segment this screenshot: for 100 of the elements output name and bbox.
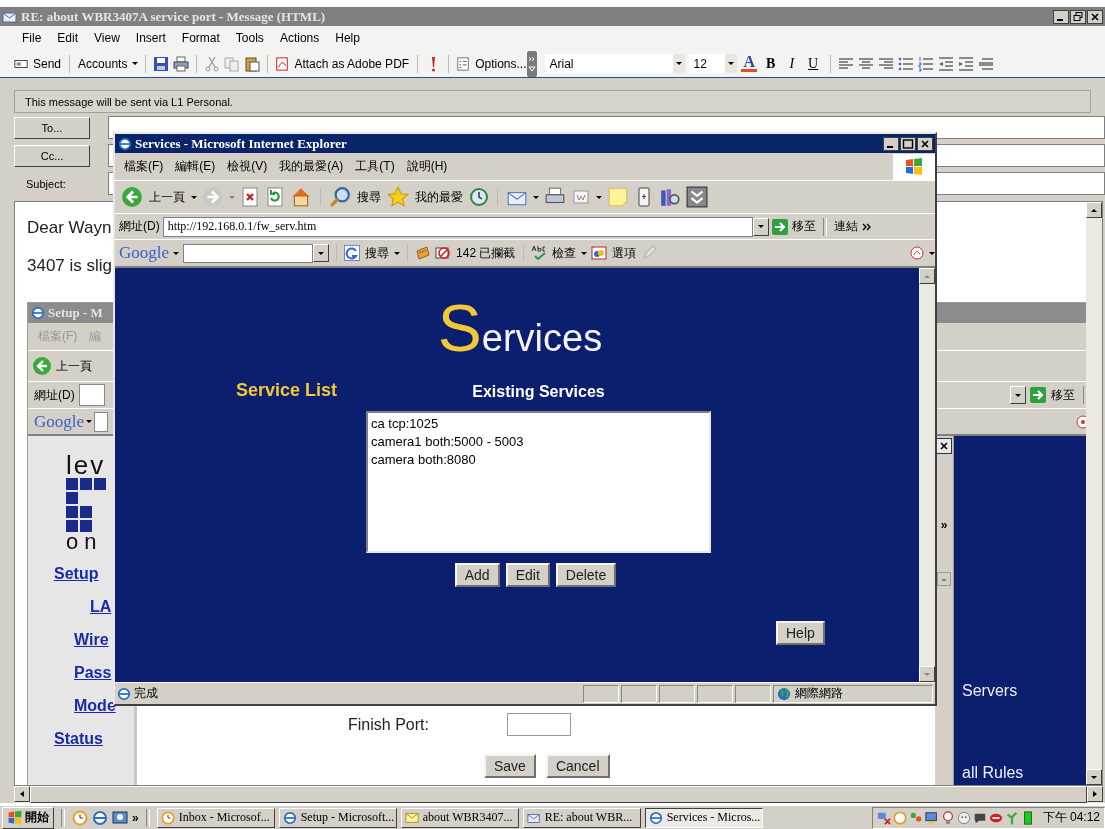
- pdf-icon[interactable]: [909, 245, 925, 261]
- double-chevron-icon[interactable]: [686, 186, 708, 208]
- menu-item[interactable]: 編輯(E): [169, 156, 222, 177]
- form-button[interactable]: Delete: [555, 563, 617, 587]
- taskbar-button[interactable]: Services - Micros...: [644, 807, 763, 828]
- clock[interactable]: 下午 04:12: [1042, 809, 1100, 826]
- target-icon[interactable]: [1076, 414, 1086, 429]
- start-button[interactable]: 開始: [2, 806, 54, 829]
- caret-icon[interactable]: [191, 195, 197, 199]
- taskbar-button[interactable]: about WBR3407...: [400, 807, 519, 828]
- taskbar-button[interactable]: Inbox - Microsof...: [156, 807, 275, 828]
- menu-item[interactable]: File: [16, 29, 48, 47]
- nav-link[interactable]: Mode: [74, 694, 116, 717]
- font-color-button[interactable]: A: [741, 55, 758, 72]
- underline-button[interactable]: U: [803, 55, 824, 72]
- list-item[interactable]: ca tcp:1025: [371, 415, 439, 433]
- options-button[interactable]: Options...: [474, 55, 528, 72]
- taskbar-button[interactable]: Setup - Microsoft...: [278, 807, 397, 828]
- spell-check-button[interactable]: 檢查: [551, 243, 578, 263]
- save-icon[interactable]: [153, 55, 170, 72]
- search-field[interactable]: [183, 243, 314, 263]
- toolbar-overflow-icon[interactable]: [527, 50, 538, 77]
- align-center-icon[interactable]: [858, 55, 875, 72]
- back-button[interactable]: 上一頁: [148, 187, 186, 207]
- chevron-button[interactable]: »: [940, 518, 948, 532]
- dropdown-button[interactable]: [725, 54, 738, 73]
- form-button[interactable]: Save: [484, 754, 536, 778]
- options-icon[interactable]: [591, 245, 608, 261]
- nav-link[interactable]: Setup: [54, 562, 99, 585]
- back-button[interactable]: 上一頁: [55, 356, 93, 376]
- print-icon[interactable]: [173, 55, 190, 72]
- help-button[interactable]: Help: [776, 621, 825, 645]
- list-item[interactable]: camera both:8080: [371, 451, 476, 469]
- clipboard-icon[interactable]: [244, 55, 261, 72]
- menu-item[interactable]: Edit: [51, 29, 85, 47]
- options-icon[interactable]: [456, 56, 471, 71]
- browser-icon[interactable]: [92, 809, 108, 826]
- bulb-icon[interactable]: [940, 810, 955, 825]
- search-icon[interactable]: [329, 186, 351, 208]
- go-button[interactable]: 移至: [1050, 385, 1076, 405]
- caret-icon[interactable]: [533, 195, 539, 199]
- form-button[interactable]: Add: [454, 563, 500, 587]
- scrollbar[interactable]: [14, 786, 1103, 803]
- font-dropdown[interactable]: Arial: [545, 54, 674, 73]
- scroll-up-button[interactable]: [937, 572, 951, 586]
- form-button[interactable]: Cancel: [545, 754, 610, 778]
- font-size-dropdown[interactable]: 12: [689, 54, 726, 73]
- search-button[interactable]: 搜尋: [356, 187, 382, 207]
- decrease-indent-icon[interactable]: [938, 55, 955, 72]
- menu-item[interactable]: 我的最愛(A): [273, 156, 350, 177]
- align-left-icon[interactable]: [838, 55, 855, 72]
- refresh-icon[interactable]: [265, 187, 285, 207]
- star-icon[interactable]: [387, 186, 409, 208]
- scrollbar[interactable]: [919, 268, 935, 682]
- menu-item[interactable]: 說明(H): [400, 156, 454, 177]
- services-list[interactable]: ca tcp:1025 camera1 both:5000 - 5003 camera both:8080: [366, 411, 711, 553]
- pdf-icon[interactable]: [275, 56, 290, 71]
- dropdown-button[interactable]: [1010, 386, 1026, 404]
- spell-check-icon[interactable]: [531, 245, 548, 261]
- menu-item[interactable]: Format: [175, 29, 226, 47]
- menu-link[interactable]: all Rules: [962, 764, 1086, 782]
- align-right-icon[interactable]: [878, 55, 895, 72]
- menu-item[interactable]: Actions: [273, 29, 326, 47]
- history-icon[interactable]: [469, 187, 489, 207]
- caret-icon[interactable]: [173, 251, 180, 255]
- bullet-list-icon[interactable]: [898, 55, 915, 72]
- address-field[interactable]: [78, 384, 105, 406]
- scrollbar[interactable]: [1086, 202, 1102, 785]
- desktop-icon[interactable]: [112, 809, 128, 826]
- menu-item[interactable]: Tools: [229, 29, 270, 47]
- letter-g-icon[interactable]: [344, 245, 361, 261]
- menu-item[interactable]: Help: [329, 29, 366, 47]
- caret-icon[interactable]: [596, 195, 602, 199]
- options-button[interactable]: 選項: [611, 243, 638, 263]
- caret-icon[interactable]: [581, 251, 588, 255]
- links-button[interactable]: 連結: [832, 217, 859, 236]
- favorites-button[interactable]: 我的最愛: [414, 187, 464, 207]
- search-field[interactable]: [94, 411, 109, 432]
- google-search-button[interactable]: 搜尋: [364, 243, 391, 263]
- nav-link[interactable]: Status: [54, 727, 103, 750]
- close-button[interactable]: [917, 136, 933, 151]
- blocked-window-icon[interactable]: [435, 245, 452, 261]
- menu-item[interactable]: 檔案(F): [118, 156, 170, 177]
- dropdown-button[interactable]: [673, 54, 686, 73]
- menu-item[interactable]: 檢視(V): [221, 156, 274, 177]
- close-button[interactable]: [1087, 9, 1103, 24]
- minimize-button[interactable]: [883, 136, 899, 151]
- address-button[interactable]: Cc...: [14, 144, 90, 167]
- chevron-icon[interactable]: [861, 221, 872, 232]
- dropdown-button[interactable]: [313, 244, 330, 262]
- menu-item[interactable]: Insert: [129, 29, 172, 47]
- address-button[interactable]: To...: [14, 116, 90, 139]
- clock-icon[interactable]: [72, 809, 88, 826]
- caret-icon[interactable]: [394, 251, 401, 255]
- attach-pdf-button[interactable]: Attach as Adobe PDF: [293, 55, 411, 72]
- go-button[interactable]: 移至: [790, 217, 817, 236]
- accounts-button[interactable]: Accounts: [77, 55, 129, 72]
- minimize-button[interactable]: [1053, 9, 1069, 24]
- more-button[interactable]: »: [132, 810, 139, 825]
- line-style-icon[interactable]: [978, 55, 995, 72]
